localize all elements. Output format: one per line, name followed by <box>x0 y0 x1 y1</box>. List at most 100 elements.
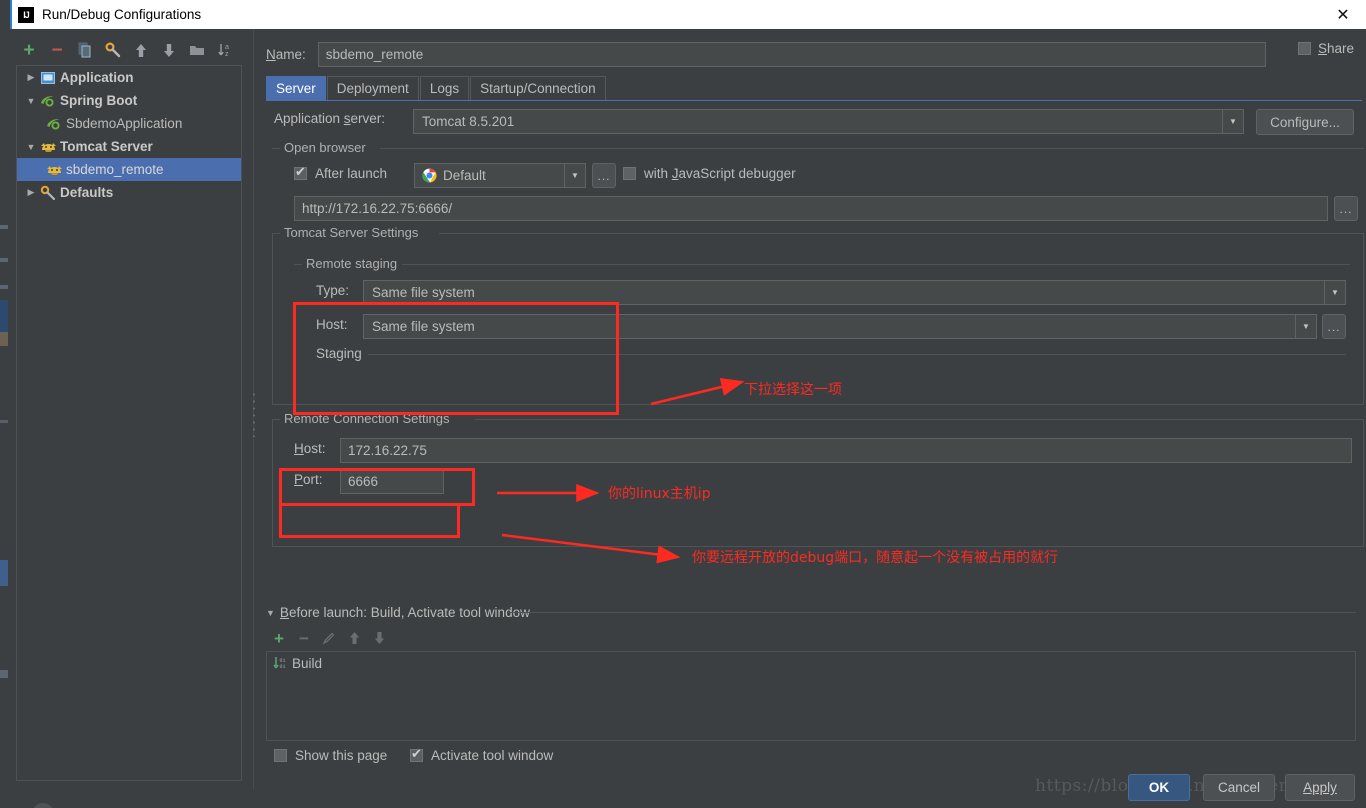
create-folder-icon[interactable] <box>184 37 210 63</box>
tree-item-label: SbdemoApplication <box>66 116 183 131</box>
share-checkbox-row[interactable]: Share <box>1297 41 1354 56</box>
after-launch-label: After launch <box>315 166 388 181</box>
chevron-down-icon[interactable]: ▼ <box>564 164 585 187</box>
application-server-row: Application server: <box>274 111 385 126</box>
browser-settings-button[interactable]: ... <box>592 163 616 188</box>
staging-type-row: Type: <box>316 283 349 298</box>
chevron-right-icon[interactable]: ▶ <box>23 187 39 198</box>
browser-combo[interactable]: Default ▼ <box>414 163 586 188</box>
run-debug-configurations-dialog: IJ Run/Debug Configurations ✕ + − a z ▶ … <box>10 0 1366 808</box>
cancel-button[interactable]: Cancel <box>1203 774 1275 801</box>
js-debugger-row[interactable]: with JavaScript debugger <box>623 166 796 181</box>
activate-tool-window-checkbox[interactable] <box>410 746 423 762</box>
annotation-box-port <box>279 503 460 538</box>
apply-button[interactable]: Apply <box>1285 774 1355 801</box>
remove-task-button[interactable]: − <box>293 627 315 649</box>
chevron-down-icon[interactable]: ▼ <box>23 142 39 152</box>
svg-text:01: 01 <box>280 664 286 670</box>
tree-item-defaults[interactable]: ▶ Defaults <box>17 181 241 204</box>
tab-startup-connection[interactable]: Startup/Connection <box>470 76 606 100</box>
chevron-down-icon[interactable]: ▼ <box>1222 110 1243 133</box>
staging-host-browse-button[interactable]: ... <box>1322 314 1346 339</box>
application-server-label: Application server: <box>274 111 386 126</box>
after-launch-row[interactable]: After launch <box>294 164 388 181</box>
move-task-up-icon[interactable] <box>343 627 365 649</box>
build-icon: 01 01 <box>271 655 289 671</box>
share-checkbox[interactable] <box>1297 42 1311 55</box>
add-task-button[interactable]: + <box>268 627 290 649</box>
remove-configuration-button[interactable]: − <box>44 37 70 63</box>
annotation-box-host <box>279 468 475 506</box>
tree-item-sbdemo-remote[interactable]: sbdemo_remote <box>17 158 241 181</box>
name-row: NName:ame: <box>266 41 1366 67</box>
tab-logs[interactable]: Logs <box>419 76 470 100</box>
svg-text:z: z <box>225 51 229 58</box>
before-launch-toolbar: + − <box>268 627 390 649</box>
move-down-arrow-icon[interactable] <box>156 37 182 63</box>
js-debugger-checkbox[interactable] <box>623 167 636 180</box>
browser-url-browse-button[interactable]: ... <box>1334 196 1358 221</box>
panel-splitter-handle[interactable] <box>250 359 257 469</box>
configure-button[interactable]: Configure... <box>1256 109 1354 135</box>
show-this-page-row[interactable]: Show this page <box>274 748 387 763</box>
application-server-combo[interactable]: Tomcat 8.5.201 ▼ <box>413 109 1244 134</box>
remote-host-input[interactable] <box>340 438 1352 463</box>
server-tab-content: Application server: Tomcat 8.5.201 ▼ Con… <box>258 101 1366 808</box>
tree-item-spring-boot[interactable]: ▼ Spring Boot <box>17 89 241 112</box>
tree-item-sbdemoapplication[interactable]: SbdemoApplication <box>17 112 241 135</box>
ide-bg-stripe-8 <box>0 670 8 678</box>
editor-tabs[interactable]: Server Deployment Logs Startup/Connectio… <box>266 76 607 100</box>
name-input[interactable] <box>317 41 1266 67</box>
tree-item-label: Defaults <box>60 185 114 200</box>
before-launch-task-item[interactable]: 01 01 Build <box>267 652 1355 674</box>
copy-configuration-icon[interactable] <box>72 37 98 63</box>
activate-tool-window-row[interactable]: Activate tool window <box>410 746 553 763</box>
name-label: NName:ame: <box>266 46 306 62</box>
chrome-icon <box>420 168 438 184</box>
spring-boot-icon <box>39 93 57 109</box>
tomcat-icon <box>45 162 63 178</box>
chevron-down-icon[interactable]: ▼ <box>1324 281 1345 304</box>
application-server-value: Tomcat 8.5.201 <box>422 114 515 129</box>
browser-value: Default <box>443 168 486 183</box>
configurations-tree[interactable]: ▶ Application ▼ Spring Boot SbdemoApplic… <box>16 65 242 781</box>
tree-item-label: Application <box>60 70 134 85</box>
annotation-select-this-option: 下拉选择这一项 <box>744 382 842 398</box>
ide-bg-stripe-3 <box>0 285 8 289</box>
ok-button[interactable]: OK <box>1128 774 1190 801</box>
help-button[interactable]: ? <box>32 803 54 808</box>
ide-left-strip <box>0 0 10 808</box>
before-launch-header[interactable]: ▼ Before launch: Build, Activate tool wi… <box>266 605 530 620</box>
staging-type-value: Same file system <box>372 285 475 300</box>
ide-bg-stripe-5 <box>0 332 8 346</box>
after-launch-checkbox[interactable] <box>294 164 307 180</box>
ide-bg-stripe-6 <box>0 420 8 423</box>
tab-server[interactable]: Server <box>266 76 326 100</box>
ide-bg-stripe-4 <box>0 300 8 332</box>
move-up-arrow-icon[interactable] <box>128 37 154 63</box>
browser-url-input[interactable] <box>294 196 1328 221</box>
edit-task-pencil-icon[interactable] <box>318 627 340 649</box>
application-icon <box>39 70 57 86</box>
sort-alphabetically-icon[interactable]: a z <box>212 37 238 63</box>
chevron-down-icon[interactable]: ▼ <box>1295 315 1316 338</box>
add-configuration-button[interactable]: + <box>16 37 42 63</box>
before-launch-separator <box>508 612 1356 613</box>
chevron-right-icon[interactable]: ▶ <box>23 72 39 83</box>
before-launch-task-list[interactable]: 01 01 Build <box>266 651 1356 741</box>
tree-item-label: Spring Boot <box>60 93 138 108</box>
tree-item-tomcat-server[interactable]: ▼ Tomcat Server <box>17 135 241 158</box>
tree-item-label: sbdemo_remote <box>66 162 164 177</box>
ide-bg-stripe-7 <box>0 560 8 586</box>
window-title: Run/Debug Configurations <box>42 7 202 22</box>
move-task-down-icon[interactable] <box>368 627 390 649</box>
tomcat-icon <box>39 139 57 155</box>
show-this-page-checkbox[interactable] <box>274 749 287 762</box>
close-icon[interactable]: ✕ <box>1320 0 1366 29</box>
chevron-down-icon[interactable]: ▼ <box>23 96 39 106</box>
remote-staging-title: Remote staging <box>302 256 402 271</box>
chevron-down-icon[interactable]: ▼ <box>266 608 275 618</box>
tab-deployment[interactable]: Deployment <box>326 76 419 100</box>
tree-item-application[interactable]: ▶ Application <box>17 66 241 89</box>
edit-templates-wrench-icon[interactable] <box>100 37 126 63</box>
